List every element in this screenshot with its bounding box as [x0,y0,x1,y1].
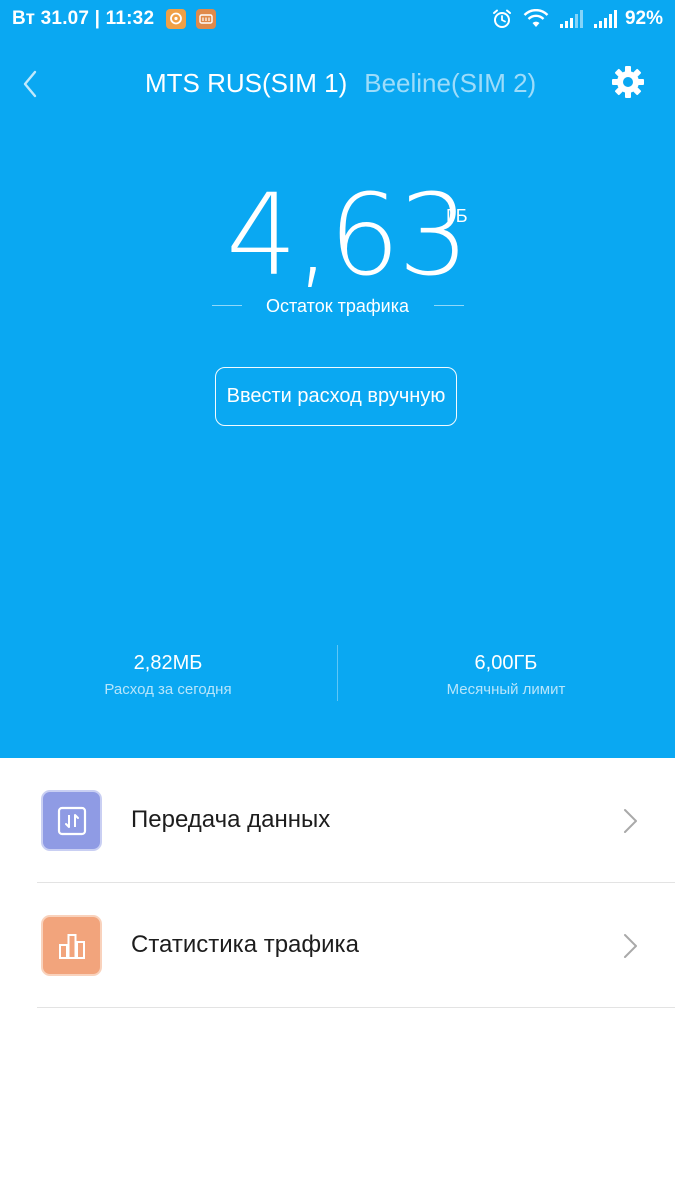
data-transfer-icon [41,790,102,851]
gear-icon [612,66,644,98]
mi-notification-icon [196,9,216,29]
alarm-icon [491,8,513,30]
list-item-data-transfer[interactable]: Передача данных [0,758,675,883]
chevron-right-icon [624,809,637,833]
header: MTS RUS(SIM 1) Beeline(SIM 2) [0,58,675,110]
sim-tabs: MTS RUS(SIM 1) Beeline(SIM 2) [145,68,536,99]
status-datetime: Вт 31.07 | 11:32 [12,8,155,29]
remaining-caption: Остаток трафика [0,296,675,320]
screen: Вт 31.07 | 11:32 92% MTS RUS(SIM 1) Beel… [0,0,675,1200]
stat-monthly-limit: 6,00ГБ Месячный лимит [338,649,674,703]
remaining-label: Остаток трафика [266,296,409,316]
chat-notification-icon [166,9,186,29]
remaining-value: 4,63 [226,171,469,301]
chevron-left-icon [23,70,37,98]
stat-limit-value: 6,00ГБ [474,652,538,674]
list-item-label: Статистика трафика [131,931,359,958]
caption-line-right [434,305,464,306]
tab-sim1[interactable]: MTS RUS(SIM 1) [145,68,347,99]
stat-today: 2,82МБ Расход за сегодня [0,649,336,703]
signal-sim1-icon [559,10,583,28]
bar-chart-icon [41,915,102,976]
traffic-hero: Вт 31.07 | 11:32 92% MTS RUS(SIM 1) Beel… [0,0,675,758]
remaining-unit: ГБ [446,206,468,226]
list-item-label: Передача данных [131,806,331,833]
list-item-traffic-stats[interactable]: Статистика трафика [0,883,675,1008]
tab-sim2[interactable]: Beeline(SIM 2) [364,68,536,99]
status-bar: Вт 31.07 | 11:32 92% [0,0,675,38]
signal-sim2-icon [593,10,617,28]
wifi-icon [523,9,549,29]
chevron-right-icon [624,934,637,958]
stat-today-value: 2,82МБ [133,652,203,674]
stat-limit-label: Месячный лимит [446,681,566,698]
battery-level: 92% [624,8,663,29]
stat-today-label: Расход за сегодня [104,681,232,698]
settings-list: Передача данных Статистика трафика [0,758,675,1008]
traffic-stats: 2,82МБ Расход за сегодня 6,00ГБ Месячный… [0,645,675,705]
settings-button[interactable] [609,63,647,101]
status-indicators: 92% [481,7,663,31]
back-button[interactable] [14,64,46,104]
manual-entry-button[interactable]: Ввести расход вручную [215,367,457,426]
divider [37,1007,675,1008]
